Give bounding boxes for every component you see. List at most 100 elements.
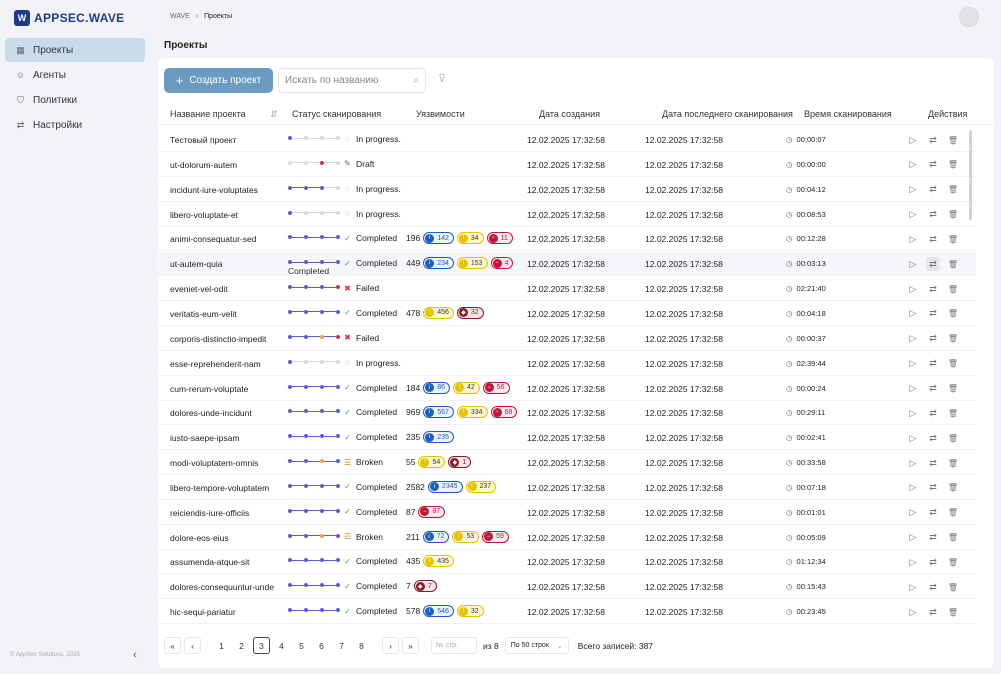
- project-name[interactable]: veritatis-eum-velit: [170, 309, 237, 319]
- project-name[interactable]: ut-dolorum-autem: [170, 160, 237, 170]
- project-name[interactable]: eveniet-vel-odit: [170, 284, 228, 294]
- page-3-button[interactable]: 3: [253, 637, 270, 654]
- col-name[interactable]: Название проекта: [170, 109, 246, 119]
- vuln-badge-crit[interactable]: −59: [482, 530, 509, 543]
- vuln-badge-warn[interactable]: ! 456: [423, 306, 454, 319]
- trash-icon[interactable]: 🗑: [946, 282, 960, 296]
- project-name[interactable]: cum-rerum-voluptate: [170, 384, 248, 394]
- sidebar-item-0[interactable]: ▦ Проекты: [5, 38, 145, 62]
- run-scan-icon[interactable]: ▷: [906, 208, 920, 222]
- run-scan-icon[interactable]: ▷: [906, 605, 920, 619]
- run-scan-icon[interactable]: ▷: [906, 133, 920, 147]
- swap-icon[interactable]: ⇄: [926, 481, 940, 495]
- run-scan-icon[interactable]: ▷: [906, 506, 920, 520]
- run-scan-icon[interactable]: ▷: [906, 555, 920, 569]
- trash-icon[interactable]: 🗑: [946, 357, 960, 371]
- vuln-badge-info[interactable]: i 235: [423, 431, 454, 444]
- vuln-badge-info[interactable]: i 234: [423, 257, 454, 270]
- run-scan-icon[interactable]: ▷: [906, 158, 920, 172]
- project-name[interactable]: reiciendis-iure-officiis: [170, 508, 249, 518]
- vuln-badge-info[interactable]: i 86: [423, 381, 450, 394]
- project-name[interactable]: assumenda-atque-sit: [170, 557, 249, 567]
- page-5-button[interactable]: 5: [293, 637, 310, 654]
- project-name[interactable]: dolores-unde-incidunt: [170, 408, 252, 418]
- sidebar-item-1[interactable]: ☺ Агенты: [5, 63, 145, 87]
- table-row[interactable]: ut-autem-quia ✓ Completed 449 i 234! 153−4 12.0…: [158, 252, 976, 277]
- vuln-badge-high[interactable]: ◆ 1: [448, 456, 472, 469]
- trash-icon[interactable]: 🗑: [946, 382, 960, 396]
- vuln-badge-warn[interactable]: ! 54: [418, 456, 446, 469]
- run-scan-icon[interactable]: ▷: [906, 531, 920, 545]
- run-scan-icon[interactable]: ▷: [906, 382, 920, 396]
- swap-icon[interactable]: ⇄: [926, 307, 940, 321]
- swap-icon[interactable]: ⇄: [926, 506, 940, 520]
- page-number-input[interactable]: № стр.: [431, 637, 477, 654]
- run-scan-icon[interactable]: ▷: [906, 481, 920, 495]
- vuln-badge-info[interactable]: i 567: [423, 406, 454, 419]
- vuln-badge-warn[interactable]: ! 237: [465, 480, 497, 493]
- run-scan-icon[interactable]: ▷: [906, 307, 920, 321]
- vuln-badge-warn[interactable]: ! 435: [423, 555, 454, 568]
- table-row[interactable]: Тестовый проект ◌ In progress. 12.02.2025 1…: [158, 128, 976, 152]
- last-page-button[interactable]: »: [402, 637, 419, 654]
- swap-icon[interactable]: ⇄: [926, 208, 940, 222]
- trash-icon[interactable]: 🗑: [946, 183, 960, 197]
- sidebar-item-2[interactable]: ⛉ Политики: [5, 88, 145, 112]
- vuln-badge-warn[interactable]: ! 53: [452, 530, 480, 543]
- page-7-button[interactable]: 7: [333, 637, 350, 654]
- page-8-button[interactable]: 8: [353, 637, 370, 654]
- run-scan-icon[interactable]: ▷: [906, 431, 920, 445]
- col-status[interactable]: Статус сканирования: [292, 109, 381, 119]
- page-6-button[interactable]: 6: [313, 637, 330, 654]
- project-name[interactable]: esse-reprehenderit-nam: [170, 359, 261, 369]
- table-row[interactable]: animi-consequatur-sed ✓ Completed 196 i 142! 3…: [158, 227, 976, 252]
- run-scan-icon[interactable]: ▷: [906, 580, 920, 594]
- trash-icon[interactable]: 🗑: [946, 208, 960, 222]
- swap-icon[interactable]: ⇄: [926, 605, 940, 619]
- run-scan-icon[interactable]: ▷: [906, 183, 920, 197]
- avatar[interactable]: [959, 7, 979, 27]
- project-name[interactable]: hic-sequi-pariatur: [170, 607, 236, 617]
- vuln-badge-warn[interactable]: ! 153: [456, 257, 488, 270]
- scrollbar[interactable]: [969, 130, 972, 220]
- table-row[interactable]: libero-voluptate-et ◌ In progress. 12.02.20…: [158, 203, 976, 227]
- rows-per-page-select[interactable]: По 50 строк ⌄: [504, 637, 569, 654]
- vuln-badge-warn[interactable]: ! 34: [456, 232, 484, 245]
- col-scan-time[interactable]: Время сканирования: [804, 109, 892, 119]
- table-row[interactable]: libero-tempore-voluptatem ✓ Completed 2582 i…: [158, 476, 976, 500]
- trash-icon[interactable]: 🗑: [946, 406, 960, 420]
- collapse-sidebar-icon[interactable]: ‹: [133, 649, 137, 661]
- vuln-badge-crit[interactable]: −56: [482, 381, 510, 394]
- swap-icon[interactable]: ⇄: [926, 282, 940, 296]
- swap-icon[interactable]: ⇄: [926, 332, 940, 346]
- run-scan-icon[interactable]: ▷: [906, 332, 920, 346]
- page-4-button[interactable]: 4: [273, 637, 290, 654]
- project-name[interactable]: libero-tempore-voluptatem: [170, 483, 269, 493]
- swap-icon[interactable]: ⇄: [926, 555, 940, 569]
- trash-icon[interactable]: 🗑: [946, 531, 960, 545]
- project-name[interactable]: corporis-distinctio-impedit: [170, 334, 266, 344]
- project-name[interactable]: iusto-saepe-ipsam: [170, 433, 239, 443]
- run-scan-icon[interactable]: ▷: [906, 232, 920, 246]
- table-row[interactable]: incidunt-iure-voluptates ◌ In progress. 12.…: [158, 178, 976, 202]
- project-name[interactable]: libero-voluptate-et: [170, 210, 238, 220]
- run-scan-icon[interactable]: ▷: [906, 406, 920, 420]
- vuln-badge-high[interactable]: ◆ 7: [413, 580, 437, 593]
- trash-icon[interactable]: 🗑: [946, 307, 960, 321]
- run-scan-icon[interactable]: ▷: [906, 456, 920, 470]
- page-2-button[interactable]: 2: [233, 637, 250, 654]
- table-row[interactable]: assumenda-atque-sit ✓ Completed 435! 435 12.0…: [158, 550, 976, 575]
- trash-icon[interactable]: 🗑: [946, 605, 960, 619]
- table-row[interactable]: ut-dolorum-autem ✎ Draft 12.02.2025 17:32:5…: [158, 153, 976, 177]
- sidebar-item-3[interactable]: ⇄ Настройки: [5, 113, 145, 137]
- trash-icon[interactable]: 🗑: [946, 481, 960, 495]
- swap-icon[interactable]: ⇄: [926, 382, 940, 396]
- trash-icon[interactable]: 🗑: [946, 257, 960, 271]
- vuln-badge-info[interactable]: i 2345: [427, 480, 463, 493]
- project-name[interactable]: modi-voluptatem-omnis: [170, 458, 258, 468]
- table-row[interactable]: eveniet-vel-odit ✖ Failed 12.02.2025 17:32:…: [158, 277, 976, 302]
- run-scan-icon[interactable]: ▷: [906, 282, 920, 296]
- sort-icon[interactable]: ⇵: [270, 109, 278, 120]
- vuln-badge-crit[interactable]: −68: [490, 406, 518, 419]
- trash-icon[interactable]: 🗑: [946, 431, 960, 445]
